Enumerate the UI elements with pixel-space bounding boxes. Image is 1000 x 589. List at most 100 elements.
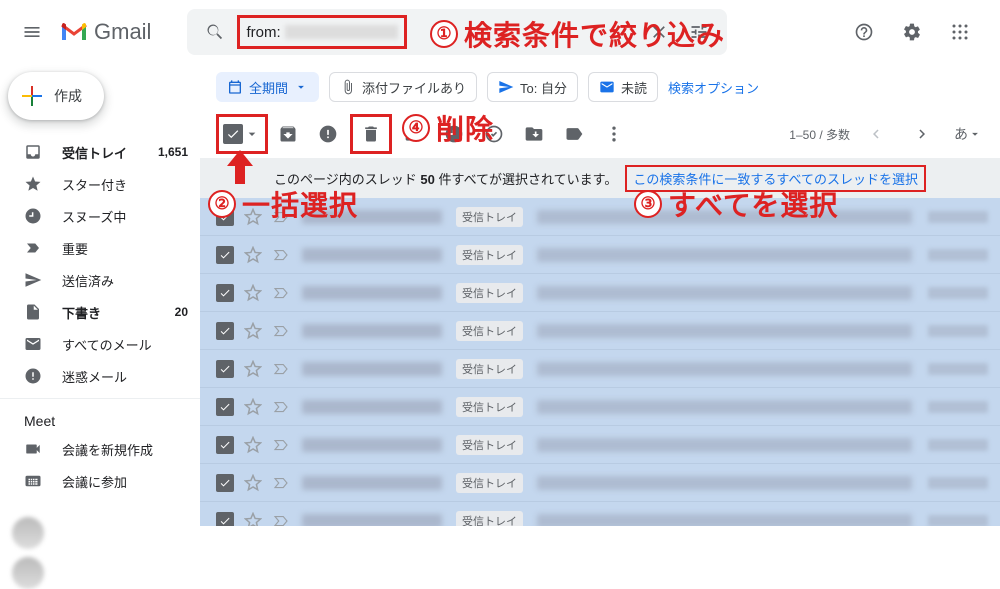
- inbox-label: 受信トレイ: [456, 435, 523, 455]
- sidebar-item-4[interactable]: 送信済み: [0, 264, 200, 296]
- star-icon[interactable]: [244, 246, 262, 264]
- subject-redacted: [537, 248, 912, 262]
- file-icon: [24, 303, 44, 321]
- star-icon[interactable]: [244, 512, 262, 527]
- importance-icon[interactable]: [272, 512, 290, 527]
- account-avatar[interactable]: [12, 517, 44, 549]
- sidebar-item-6[interactable]: すべてのメール: [0, 328, 200, 360]
- prev-page-icon[interactable]: [856, 114, 896, 154]
- select-all-checkbox[interactable]: [223, 124, 243, 144]
- meet-header: Meet: [0, 405, 200, 433]
- chip-period[interactable]: 全期間: [216, 72, 319, 102]
- star-icon[interactable]: [244, 284, 262, 302]
- importance-icon[interactable]: [272, 246, 290, 264]
- snooze-icon[interactable]: [434, 114, 474, 154]
- message-row[interactable]: 受信トレイ: [200, 274, 1000, 312]
- select-all-link[interactable]: この検索条件に一致するすべてのスレッドを選択: [625, 165, 926, 192]
- account-avatar[interactable]: [12, 557, 44, 589]
- chip-to[interactable]: To: 自分: [487, 72, 578, 102]
- importance-icon[interactable]: [272, 322, 290, 340]
- main: 全期間 添付ファイルあり To: 自分 未読 検索オプション: [200, 64, 1000, 526]
- search-options-link[interactable]: 検索オプション: [668, 78, 759, 97]
- search-icon[interactable]: [195, 22, 235, 42]
- row-checkbox[interactable]: [216, 360, 234, 378]
- banner-text: このページ内のスレッド 50 件すべてが選択されています。: [274, 169, 617, 188]
- sidebar-item-7[interactable]: 迷惑メール: [0, 360, 200, 392]
- message-row[interactable]: 受信トレイ: [200, 312, 1000, 350]
- star-icon[interactable]: [244, 436, 262, 454]
- star-icon[interactable]: [244, 398, 262, 416]
- mark-unread-icon[interactable]: [394, 114, 434, 154]
- message-row[interactable]: 受信トレイ: [200, 464, 1000, 502]
- archive-icon[interactable]: [268, 114, 308, 154]
- sidebar-item-1[interactable]: スター付き: [0, 168, 200, 200]
- row-checkbox[interactable]: [216, 208, 234, 226]
- row-checkbox[interactable]: [216, 284, 234, 302]
- nav-label: 迷惑メール: [62, 367, 127, 386]
- help-icon[interactable]: [844, 12, 884, 52]
- sidebar-item-0[interactable]: 受信トレイ1,651: [0, 136, 200, 168]
- importance-icon[interactable]: [272, 436, 290, 454]
- inbox-label: 受信トレイ: [456, 473, 523, 493]
- row-checkbox[interactable]: [216, 322, 234, 340]
- message-row[interactable]: 受信トレイ: [200, 502, 1000, 526]
- filter-chips: 全期間 添付ファイルあり To: 自分 未読 検索オプション: [200, 64, 1000, 110]
- search-container: from:: [187, 9, 727, 55]
- settings-icon[interactable]: [892, 12, 932, 52]
- message-row[interactable]: 受信トレイ: [200, 198, 1000, 236]
- importance-icon[interactable]: [272, 398, 290, 416]
- clear-search-icon[interactable]: [639, 22, 679, 42]
- row-checkbox[interactable]: [216, 474, 234, 492]
- nav-label: 会議を新規作成: [62, 440, 153, 459]
- row-checkbox[interactable]: [216, 436, 234, 454]
- compose-button[interactable]: 作成: [8, 72, 104, 120]
- chip-attachment[interactable]: 添付ファイルあり: [329, 72, 477, 102]
- inbox-label: 受信トレイ: [456, 359, 523, 379]
- message-row[interactable]: 受信トレイ: [200, 388, 1000, 426]
- date-redacted: [928, 211, 988, 223]
- message-row[interactable]: 受信トレイ: [200, 426, 1000, 464]
- gmail-logo[interactable]: Gmail: [60, 19, 151, 45]
- star-icon[interactable]: [244, 360, 262, 378]
- importance-icon[interactable]: [272, 360, 290, 378]
- chip-unread[interactable]: 未読: [588, 72, 658, 102]
- meet-item-0[interactable]: 会議を新規作成: [0, 433, 200, 465]
- sidebar-item-2[interactable]: スヌーズ中: [0, 200, 200, 232]
- attachment-icon: [340, 79, 356, 95]
- input-tools-icon[interactable]: あ: [948, 114, 988, 154]
- search-box[interactable]: from:: [187, 9, 727, 55]
- importance-icon[interactable]: [272, 284, 290, 302]
- labels-icon[interactable]: [554, 114, 594, 154]
- add-task-icon[interactable]: [474, 114, 514, 154]
- move-to-icon[interactable]: [514, 114, 554, 154]
- search-options-icon[interactable]: [679, 22, 719, 42]
- delete-icon[interactable]: [361, 124, 381, 144]
- subject-redacted: [537, 286, 912, 300]
- star-icon[interactable]: [244, 208, 262, 226]
- star-icon[interactable]: [244, 322, 262, 340]
- important-icon: [24, 239, 44, 257]
- star-icon[interactable]: [244, 474, 262, 492]
- date-redacted: [928, 477, 988, 489]
- message-row[interactable]: 受信トレイ: [200, 350, 1000, 388]
- sender-redacted: [302, 438, 442, 452]
- menu-icon[interactable]: [8, 8, 56, 56]
- next-page-icon[interactable]: [902, 114, 942, 154]
- row-checkbox[interactable]: [216, 246, 234, 264]
- row-checkbox[interactable]: [216, 398, 234, 416]
- row-checkbox[interactable]: [216, 512, 234, 527]
- sidebar-item-3[interactable]: 重要: [0, 232, 200, 264]
- importance-icon[interactable]: [272, 208, 290, 226]
- header-right: [844, 12, 992, 52]
- report-spam-icon[interactable]: [308, 114, 348, 154]
- sidebar-item-5[interactable]: 下書き20: [0, 296, 200, 328]
- message-row[interactable]: 受信トレイ: [200, 236, 1000, 274]
- apps-icon[interactable]: [940, 12, 980, 52]
- inbox-label: 受信トレイ: [456, 245, 523, 265]
- inbox-label: 受信トレイ: [456, 283, 523, 303]
- select-dropdown-icon[interactable]: [243, 126, 261, 142]
- more-icon[interactable]: [594, 114, 634, 154]
- delete-highlight: [350, 114, 392, 154]
- meet-item-1[interactable]: 会議に参加: [0, 465, 200, 497]
- importance-icon[interactable]: [272, 474, 290, 492]
